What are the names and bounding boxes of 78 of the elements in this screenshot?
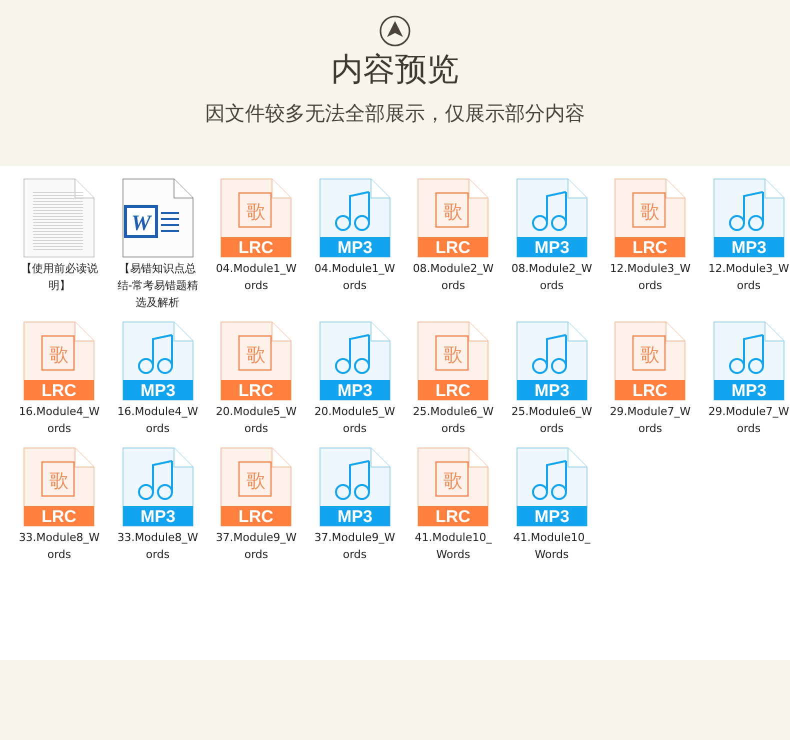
file-name: 33.Module8_W ords: [18, 530, 100, 563]
lyrics-file-icon: [24, 448, 95, 526]
lyrics-file-icon: [220, 448, 292, 526]
lyrics-glyph: 歌: [246, 344, 266, 366]
lyrics-file-icon: [220, 322, 292, 400]
file-name: 20.Module5_W ords: [314, 404, 396, 437]
file-type-label: MP3: [337, 238, 372, 257]
file-type-label: LRC: [238, 381, 274, 400]
file-type-label: LRC: [632, 381, 668, 400]
file-name: 25.Module6_W ords: [511, 404, 592, 437]
file-name: 12.Module3_W ords: [708, 261, 790, 294]
lyrics-file-icon: [418, 322, 489, 400]
file-name: 04.Module1_W ords: [314, 261, 396, 294]
file-name: 16.Module4_W ords: [117, 404, 198, 437]
file-type-label: MP3: [731, 381, 766, 400]
file-name: 29.Module7_W ords: [708, 404, 790, 437]
lyrics-glyph: 歌: [50, 344, 69, 366]
word-logo-letter: W: [130, 210, 151, 235]
lyrics-glyph: 歌: [444, 470, 463, 492]
file-name: 29.Module7_W ords: [610, 404, 691, 437]
file-name: 08.Module2_W ords: [412, 261, 494, 294]
audio-file-icon: [713, 322, 784, 400]
lyrics-glyph: 歌: [444, 344, 463, 366]
lyrics-glyph: 歌: [640, 344, 660, 366]
lyrics-file-icon: [614, 178, 686, 258]
file-type-label: MP3: [140, 507, 176, 526]
lyrics-file-icon: [418, 448, 489, 526]
lyrics-glyph: 歌: [246, 201, 266, 223]
lyrics-file-icon: [220, 178, 292, 258]
file-name: 37.Module9_W ords: [314, 530, 396, 563]
lyrics-glyph: 歌: [246, 470, 266, 492]
audio-file-icon: [319, 448, 390, 526]
file-type-label: MP3: [534, 381, 570, 400]
file-name: 12.Module3_W ords: [610, 261, 691, 294]
file-type-label: LRC: [238, 238, 274, 257]
audio-file-icon: [319, 322, 390, 400]
arrow-up-icon: [379, 15, 411, 47]
audio-file-icon: [516, 322, 588, 400]
file-name: 【易错知识点总 结-常考易错题精 选及解析: [117, 261, 198, 311]
file-name: 41.Module10_ Words: [414, 530, 492, 563]
file-type-label: LRC: [42, 507, 77, 526]
file-name: 16.Module4_W ords: [18, 404, 100, 437]
lyrics-glyph: 歌: [50, 470, 69, 492]
file-type-label: MP3: [731, 238, 766, 257]
file-type-label: MP3: [337, 381, 372, 400]
audio-file-icon: [516, 448, 588, 526]
file-name: 37.Module9_W ords: [216, 530, 297, 563]
file-type-label: MP3: [337, 507, 372, 526]
file-name: 04.Module1_W ords: [216, 261, 297, 294]
file-name: 【使用前必读说 明】: [20, 261, 98, 294]
file-type-label: LRC: [238, 507, 274, 526]
section-subtitle: 因文件较多无法全部展示，仅展示部分内容: [205, 100, 585, 127]
file-name: 41.Module10_ Words: [513, 530, 590, 563]
file-name: 25.Module6_W ords: [412, 404, 494, 437]
audio-file-icon: [319, 178, 390, 258]
lyrics-glyph: 歌: [640, 201, 660, 223]
lyrics-file-icon: [24, 322, 95, 400]
audio-file-icon: [713, 178, 784, 258]
file-name: 33.Module8_W ords: [117, 530, 198, 563]
section-title: 内容预览: [331, 49, 459, 89]
file-type-label: MP3: [534, 238, 570, 257]
audio-file-icon: [122, 322, 194, 400]
lyrics-file-icon: [418, 178, 489, 258]
lyrics-file-icon: [614, 322, 686, 400]
file-type-label: LRC: [436, 507, 471, 526]
file-name: 20.Module5_W ords: [216, 404, 297, 437]
file-type-label: LRC: [632, 238, 668, 257]
word-document-icon: [122, 178, 194, 258]
document-icon: [24, 178, 95, 258]
file-type-label: LRC: [436, 381, 471, 400]
file-type-label: MP3: [534, 507, 570, 526]
file-type-label: MP3: [140, 381, 176, 400]
audio-file-icon: [122, 448, 194, 526]
audio-file-icon: [516, 178, 588, 258]
file-name: 08.Module2_W ords: [511, 261, 592, 294]
file-type-label: LRC: [42, 381, 77, 400]
lyrics-glyph: 歌: [444, 201, 463, 223]
file-type-label: LRC: [436, 238, 471, 257]
